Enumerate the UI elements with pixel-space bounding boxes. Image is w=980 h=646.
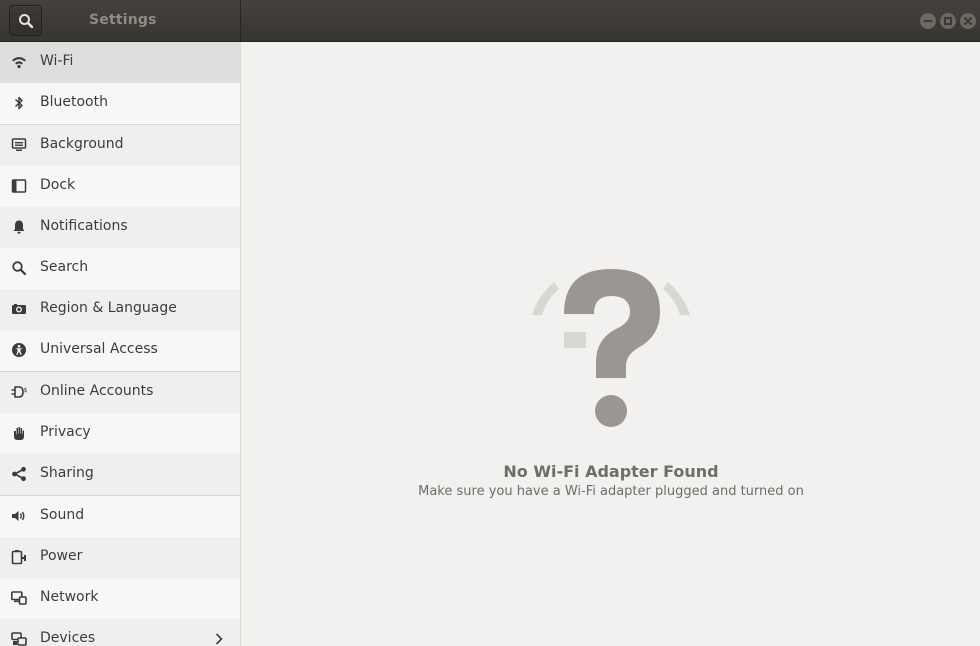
sidebar-item-devices[interactable]: Devices [0, 619, 240, 646]
hand-icon [14, 427, 24, 440]
sidebar-item-search[interactable]: Search [0, 248, 240, 289]
sidebar-item-label: Devices [40, 630, 96, 646]
settings-window: Settings Wi-Fi Bluetooth Background Dock… [0, 0, 980, 646]
sidebar-item-online-accounts[interactable]: $ Online Accounts [0, 372, 240, 413]
sidebar-item-sound[interactable]: Sound [0, 496, 240, 537]
sidebar-item-label: Universal Access [40, 341, 158, 357]
window-controls [920, 13, 976, 29]
bell-icon [13, 220, 25, 234]
sidebar-item-label: Power [40, 548, 83, 564]
close-button[interactable] [960, 13, 976, 29]
devices-icon [11, 632, 27, 646]
chevron-right-icon [215, 633, 223, 645]
sidebar-item-dock[interactable]: Dock [0, 166, 240, 207]
sidebar-item-sharing[interactable]: Sharing [0, 454, 240, 496]
close-icon [960, 13, 976, 29]
header-bar: Settings [0, 0, 980, 42]
search-icon [12, 261, 27, 276]
search-button[interactable] [9, 5, 42, 36]
sidebar-item-label: Search [40, 259, 89, 275]
sidebar-item-background[interactable]: Background [0, 125, 240, 166]
settings-sidebar: Wi-Fi Bluetooth Background Dock Notifica… [0, 42, 241, 646]
share-icon [12, 466, 26, 482]
sidebar-item-label: Sharing [40, 465, 94, 481]
sidebar-item-wifi[interactable]: Wi-Fi [0, 42, 240, 83]
sidebar-item-privacy[interactable]: Privacy [0, 413, 240, 454]
status-title: No Wi-Fi Adapter Found [503, 462, 719, 481]
sidebar-item-label: Notifications [40, 218, 128, 234]
sidebar-item-label: Bluetooth [40, 94, 108, 110]
sidebar-item-label: Region & Language [40, 300, 177, 316]
network-icon [11, 591, 27, 605]
sidebar-item-label: Wi-Fi [40, 53, 74, 69]
sidebar-item-universal-access[interactable]: Universal Access [0, 330, 240, 372]
sidebar-item-label: Online Accounts [40, 383, 154, 399]
sidebar-item-label: Dock [40, 177, 76, 193]
sidebar-item-label: Network [40, 589, 99, 605]
maximize-button[interactable] [940, 13, 956, 29]
wifi-unknown-icon [532, 269, 690, 427]
speaker-icon [12, 511, 25, 521]
battery-icon [11, 550, 26, 565]
background-icon [11, 138, 27, 151]
sidebar-item-network[interactable]: Network [0, 578, 240, 619]
online-accounts-icon: $ [11, 386, 28, 398]
sidebar-item-label: Background [40, 136, 124, 152]
dock-icon [11, 179, 27, 193]
search-icon [19, 14, 34, 29]
status-description: Make sure you have a Wi-Fi adapter plugg… [418, 484, 804, 499]
sidebar-item-power[interactable]: Power [0, 537, 240, 578]
minimize-icon [924, 20, 932, 22]
wifi-panel: No Wi-Fi Adapter Found Make sure you hav… [242, 42, 980, 646]
sidebar-item-notifications[interactable]: Notifications [0, 207, 240, 248]
wifi-icon [12, 57, 26, 69]
sidebar-item-label: Privacy [40, 424, 91, 440]
minimize-button[interactable] [920, 13, 936, 29]
bluetooth-icon [14, 96, 23, 110]
maximize-icon [944, 17, 952, 25]
svg-text:$: $ [24, 387, 28, 394]
window-title: Settings [89, 12, 157, 28]
sidebar-item-region-language[interactable]: Region & Language [0, 289, 240, 330]
sidebar-item-bluetooth[interactable]: Bluetooth [0, 83, 240, 125]
header-sidebar-section: Settings [0, 0, 241, 42]
camera-icon [12, 304, 26, 314]
sidebar-item-label: Sound [40, 507, 85, 523]
accessibility-icon [12, 343, 26, 357]
